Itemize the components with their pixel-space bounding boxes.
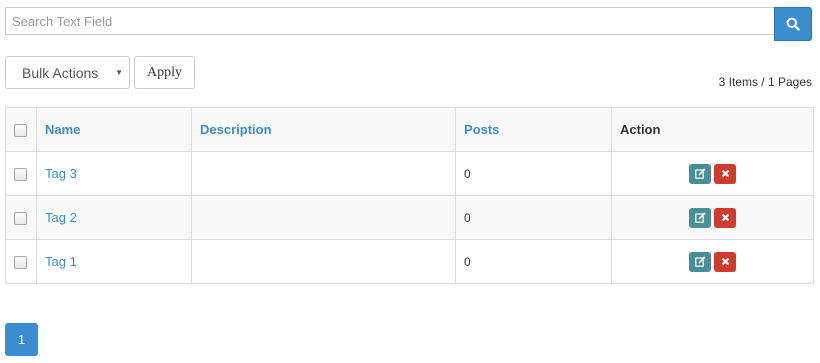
column-header-description[interactable]: Description [191,107,456,152]
select-all-cell [5,107,37,152]
tag-name-cell: Tag 1 [36,239,192,284]
tag-name-link[interactable]: Tag 1 [45,254,77,269]
pagination-page-button[interactable]: 1 [5,323,38,356]
column-header-name[interactable]: Name [36,107,192,152]
edit-icon [694,168,706,179]
column-header-posts[interactable]: Posts [455,107,612,152]
tag-description-cell [191,195,456,240]
search-input[interactable] [5,7,774,35]
tag-action-cell [611,151,814,196]
search-button[interactable] [774,7,812,41]
close-icon [721,169,729,178]
close-icon [721,257,729,266]
bulk-actions-select[interactable]: Bulk Actions ▼ [5,56,130,89]
table-row: Tag 3 0 [5,151,814,196]
bulk-actions-value: Bulk Actions [22,64,99,81]
row-checkbox-cell [5,151,37,196]
edit-icon [694,256,706,267]
table-header-row: Name Description Posts Action [5,107,814,152]
tag-posts-cell: 0 [455,195,612,240]
edit-icon [694,212,706,223]
row-checkbox[interactable] [14,256,27,270]
items-count: 3 Items / 1 Pages [718,75,812,89]
table-row: Tag 1 0 [5,239,814,284]
search-icon [786,17,800,31]
tag-name-cell: Tag 3 [36,151,192,196]
bulk-actions-bar: Bulk Actions ▼ Apply [5,56,195,89]
tag-action-cell [611,239,814,284]
tag-description-cell [191,239,456,284]
caret-down-icon: ▼ [115,68,123,77]
tag-name-link[interactable]: Tag 3 [45,166,77,181]
edit-button[interactable] [689,207,711,228]
row-checkbox-cell [5,195,37,240]
row-checkbox-cell [5,239,37,284]
tag-name-cell: Tag 2 [36,195,192,240]
row-checkbox[interactable] [14,212,27,226]
row-checkbox[interactable] [14,168,27,182]
table-row: Tag 2 0 [5,195,814,240]
edit-button[interactable] [689,163,711,184]
tag-posts-cell: 0 [455,151,612,196]
tags-table: Name Description Posts Action Tag 3 0 Ta… [5,107,814,284]
delete-button[interactable] [714,163,736,184]
apply-button[interactable]: Apply [134,56,195,89]
search-bar [5,7,812,41]
tag-name-link[interactable]: Tag 2 [45,210,77,225]
edit-button[interactable] [689,251,711,272]
select-all-checkbox[interactable] [14,124,27,138]
tag-description-cell [191,151,456,196]
tag-action-cell [611,195,814,240]
delete-button[interactable] [714,207,736,228]
delete-button[interactable] [714,251,736,272]
tag-posts-cell: 0 [455,239,612,284]
close-icon [721,213,729,222]
column-header-action: Action [611,107,814,152]
